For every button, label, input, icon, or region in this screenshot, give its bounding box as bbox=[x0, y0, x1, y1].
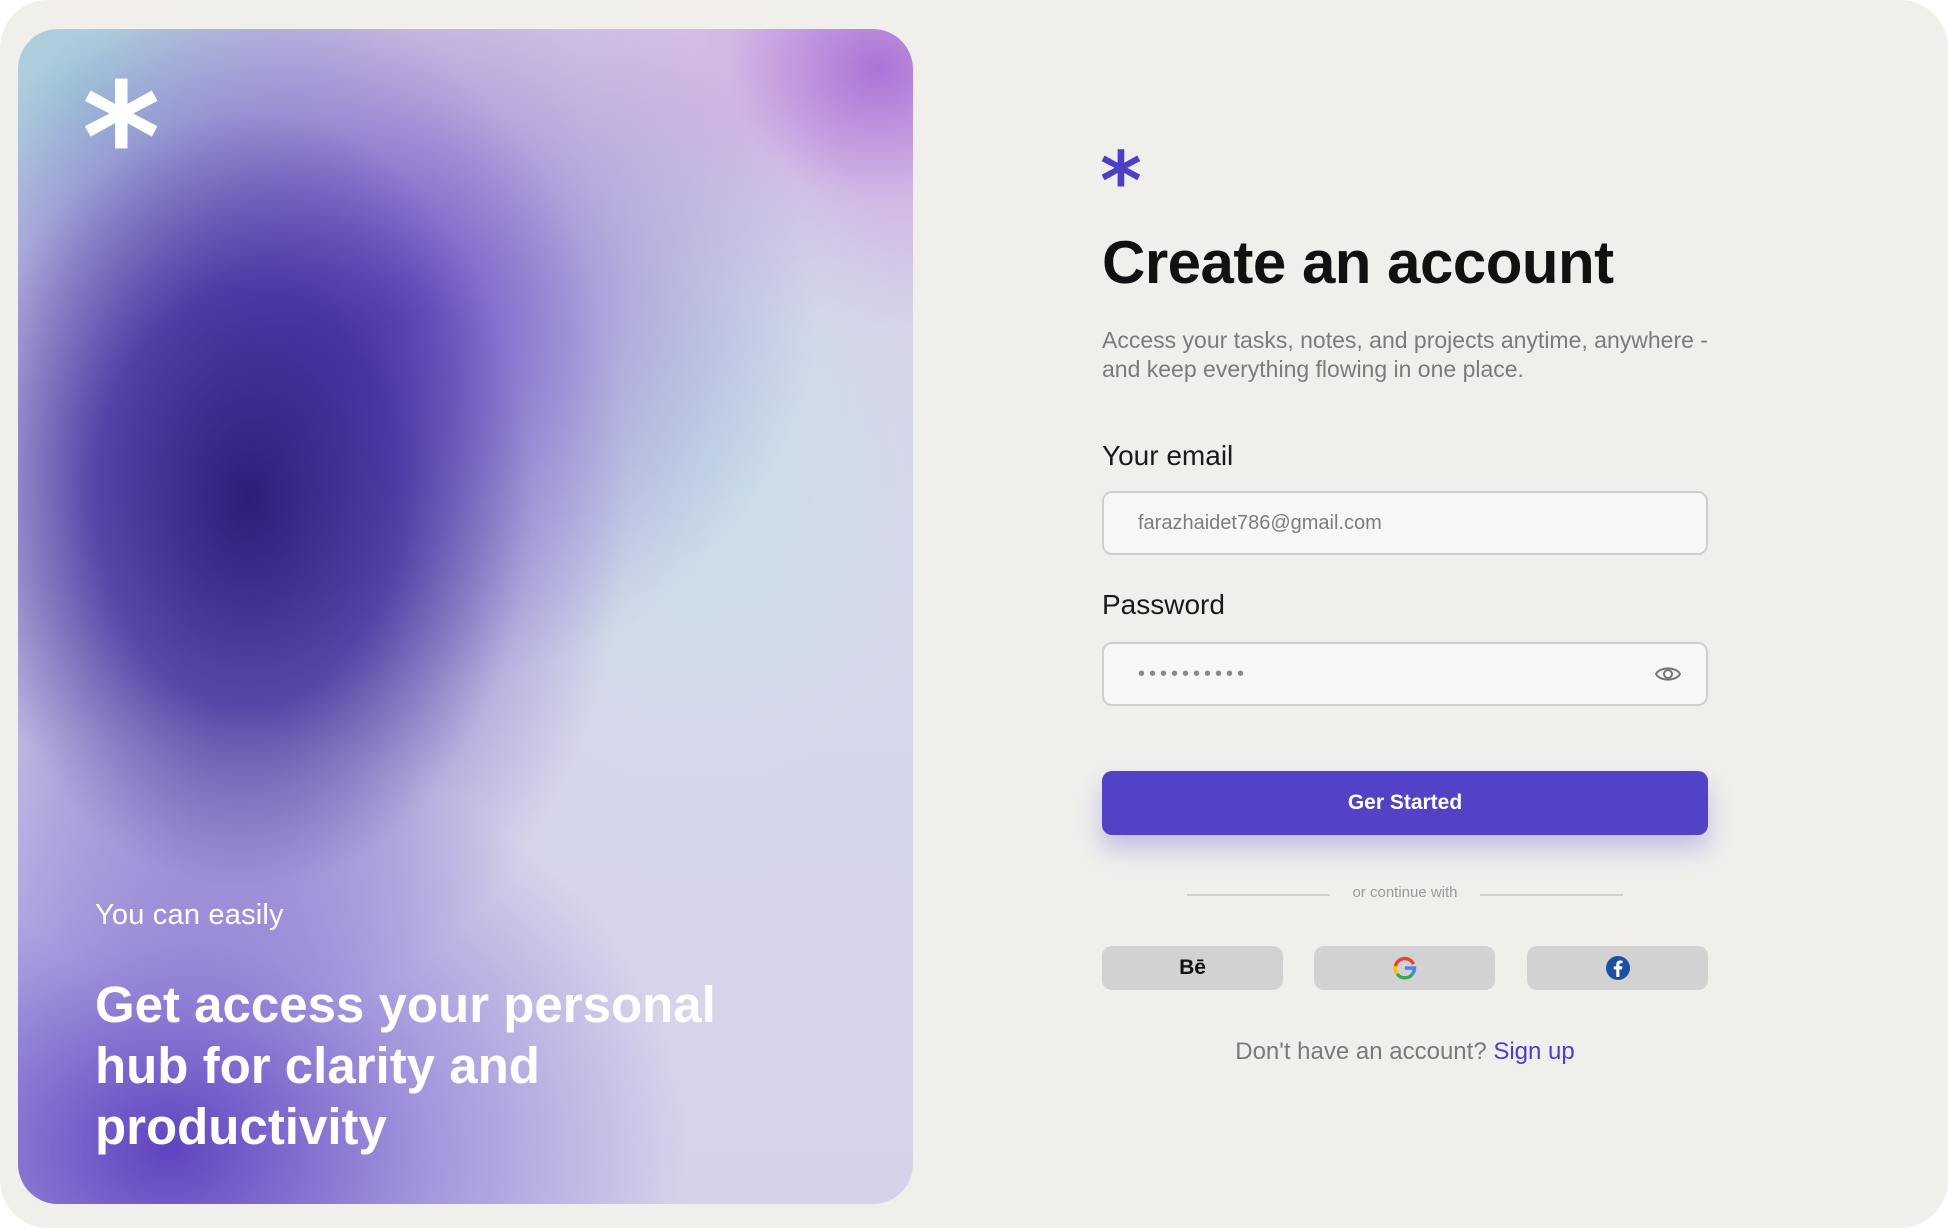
divider-line-right bbox=[1480, 894, 1623, 896]
google-login-button[interactable] bbox=[1314, 946, 1495, 990]
eye-icon[interactable] bbox=[1654, 663, 1682, 685]
hero-kicker: You can easily bbox=[95, 899, 284, 931]
page-title: Create an account bbox=[1102, 229, 1614, 296]
email-field-box bbox=[1102, 491, 1708, 555]
password-label: Password bbox=[1102, 589, 1225, 620]
hero-panel: * You can easily Get access your persona… bbox=[18, 29, 913, 1204]
email-field[interactable] bbox=[1138, 493, 1638, 553]
behance-icon: Bē bbox=[1179, 956, 1206, 979]
hero-headline: Get access your personal hub for clarity… bbox=[95, 976, 716, 1155]
password-field-box bbox=[1102, 642, 1708, 706]
page-subtitle: Access your tasks, notes, and projects a… bbox=[1102, 327, 1708, 382]
divider-line-left bbox=[1187, 894, 1330, 896]
divider-text: or continue with bbox=[1352, 884, 1458, 901]
password-field[interactable] bbox=[1138, 644, 1638, 704]
asterisk-brand-icon: * bbox=[1100, 135, 1142, 228]
facebook-icon bbox=[1605, 956, 1630, 980]
app-window: * You can easily Get access your persona… bbox=[0, 0, 1948, 1228]
asterisk-logo-icon: * bbox=[82, 52, 161, 226]
signup-link[interactable]: Sign up bbox=[1493, 1038, 1574, 1065]
behance-login-button[interactable]: Bē bbox=[1102, 946, 1283, 990]
signup-prompt-line: Don't have an account? Sign up bbox=[1102, 1038, 1708, 1066]
signup-prompt: Don't have an account? bbox=[1235, 1038, 1487, 1065]
email-label: Your email bbox=[1102, 440, 1234, 471]
google-icon bbox=[1393, 956, 1416, 980]
facebook-login-button[interactable] bbox=[1527, 946, 1708, 990]
get-started-button[interactable]: Ger Started bbox=[1102, 771, 1708, 835]
